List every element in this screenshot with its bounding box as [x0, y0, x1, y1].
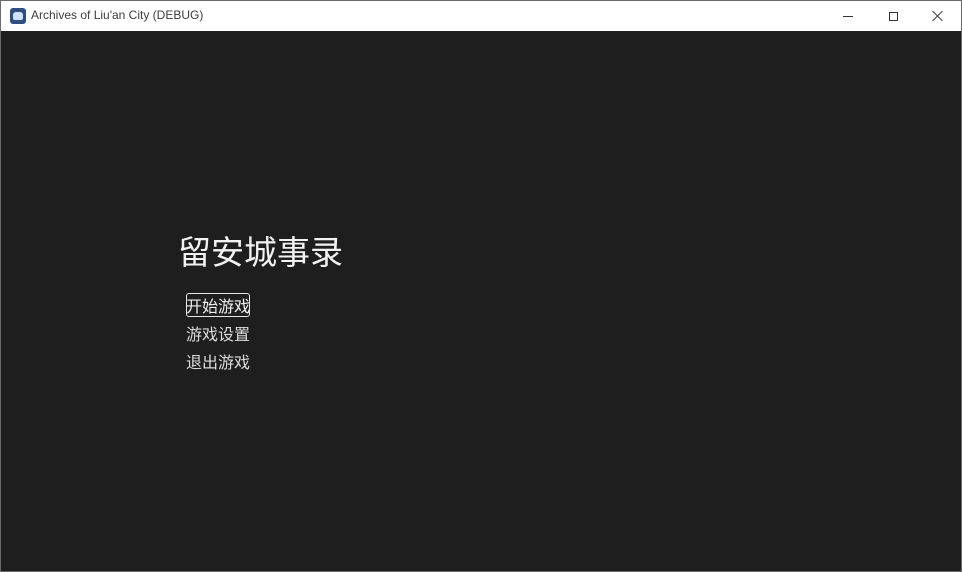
quit-game-button[interactable]: 退出游戏 [186, 349, 250, 373]
close-button[interactable] [915, 1, 961, 31]
godot-engine-icon [10, 8, 26, 24]
game-window: Archives of Liu'an City (DEBUG) 留安城事录 开始… [0, 0, 962, 572]
title-bar[interactable]: Archives of Liu'an City (DEBUG) [1, 1, 961, 31]
maximize-button[interactable] [870, 1, 916, 31]
minimize-button[interactable] [825, 1, 871, 31]
start-game-button[interactable]: 开始游戏 [186, 293, 250, 317]
close-icon [932, 10, 944, 22]
game-title: 留安城事录 [178, 233, 343, 272]
maximize-icon [888, 11, 898, 21]
game-settings-button[interactable]: 游戏设置 [186, 321, 250, 345]
game-viewport: 留安城事录 开始游戏 游戏设置 退出游戏 [1, 31, 961, 571]
minimize-icon [843, 15, 853, 17]
window-title: Archives of Liu'an City (DEBUG) [31, 8, 204, 22]
